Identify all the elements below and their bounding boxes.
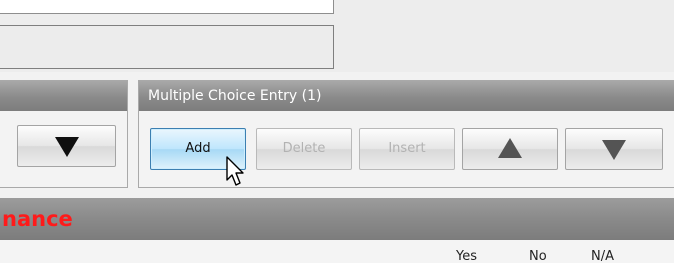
column-na-label: N/A (591, 249, 614, 264)
answer-header-row (0, 240, 674, 263)
delete-button[interactable]: Delete (256, 128, 352, 170)
triangle-up-icon (498, 138, 522, 158)
move-down-button[interactable] (17, 125, 116, 167)
text-box-secondary[interactable] (0, 25, 334, 69)
multiple-choice-entry-panel: Multiple Choice Entry (1) Add Delete Ins… (138, 80, 674, 188)
insert-button[interactable]: Insert (359, 128, 455, 170)
triangle-down-icon (602, 140, 626, 160)
column-no-label: No (529, 249, 547, 264)
move-down-button[interactable] (565, 128, 663, 170)
multiple-choice-header: Multiple Choice Entry (1) (139, 81, 674, 111)
text-box-top[interactable] (0, 0, 334, 14)
section-title: nance (2, 207, 73, 231)
section-header-band: nance (0, 198, 674, 240)
move-up-button[interactable] (462, 128, 558, 170)
mouse-pointer-icon (226, 156, 244, 186)
left-entry-panel (0, 80, 128, 188)
triangle-down-icon (54, 137, 79, 157)
left-panel-header (0, 81, 127, 111)
column-yes-label: Yes (456, 249, 477, 264)
